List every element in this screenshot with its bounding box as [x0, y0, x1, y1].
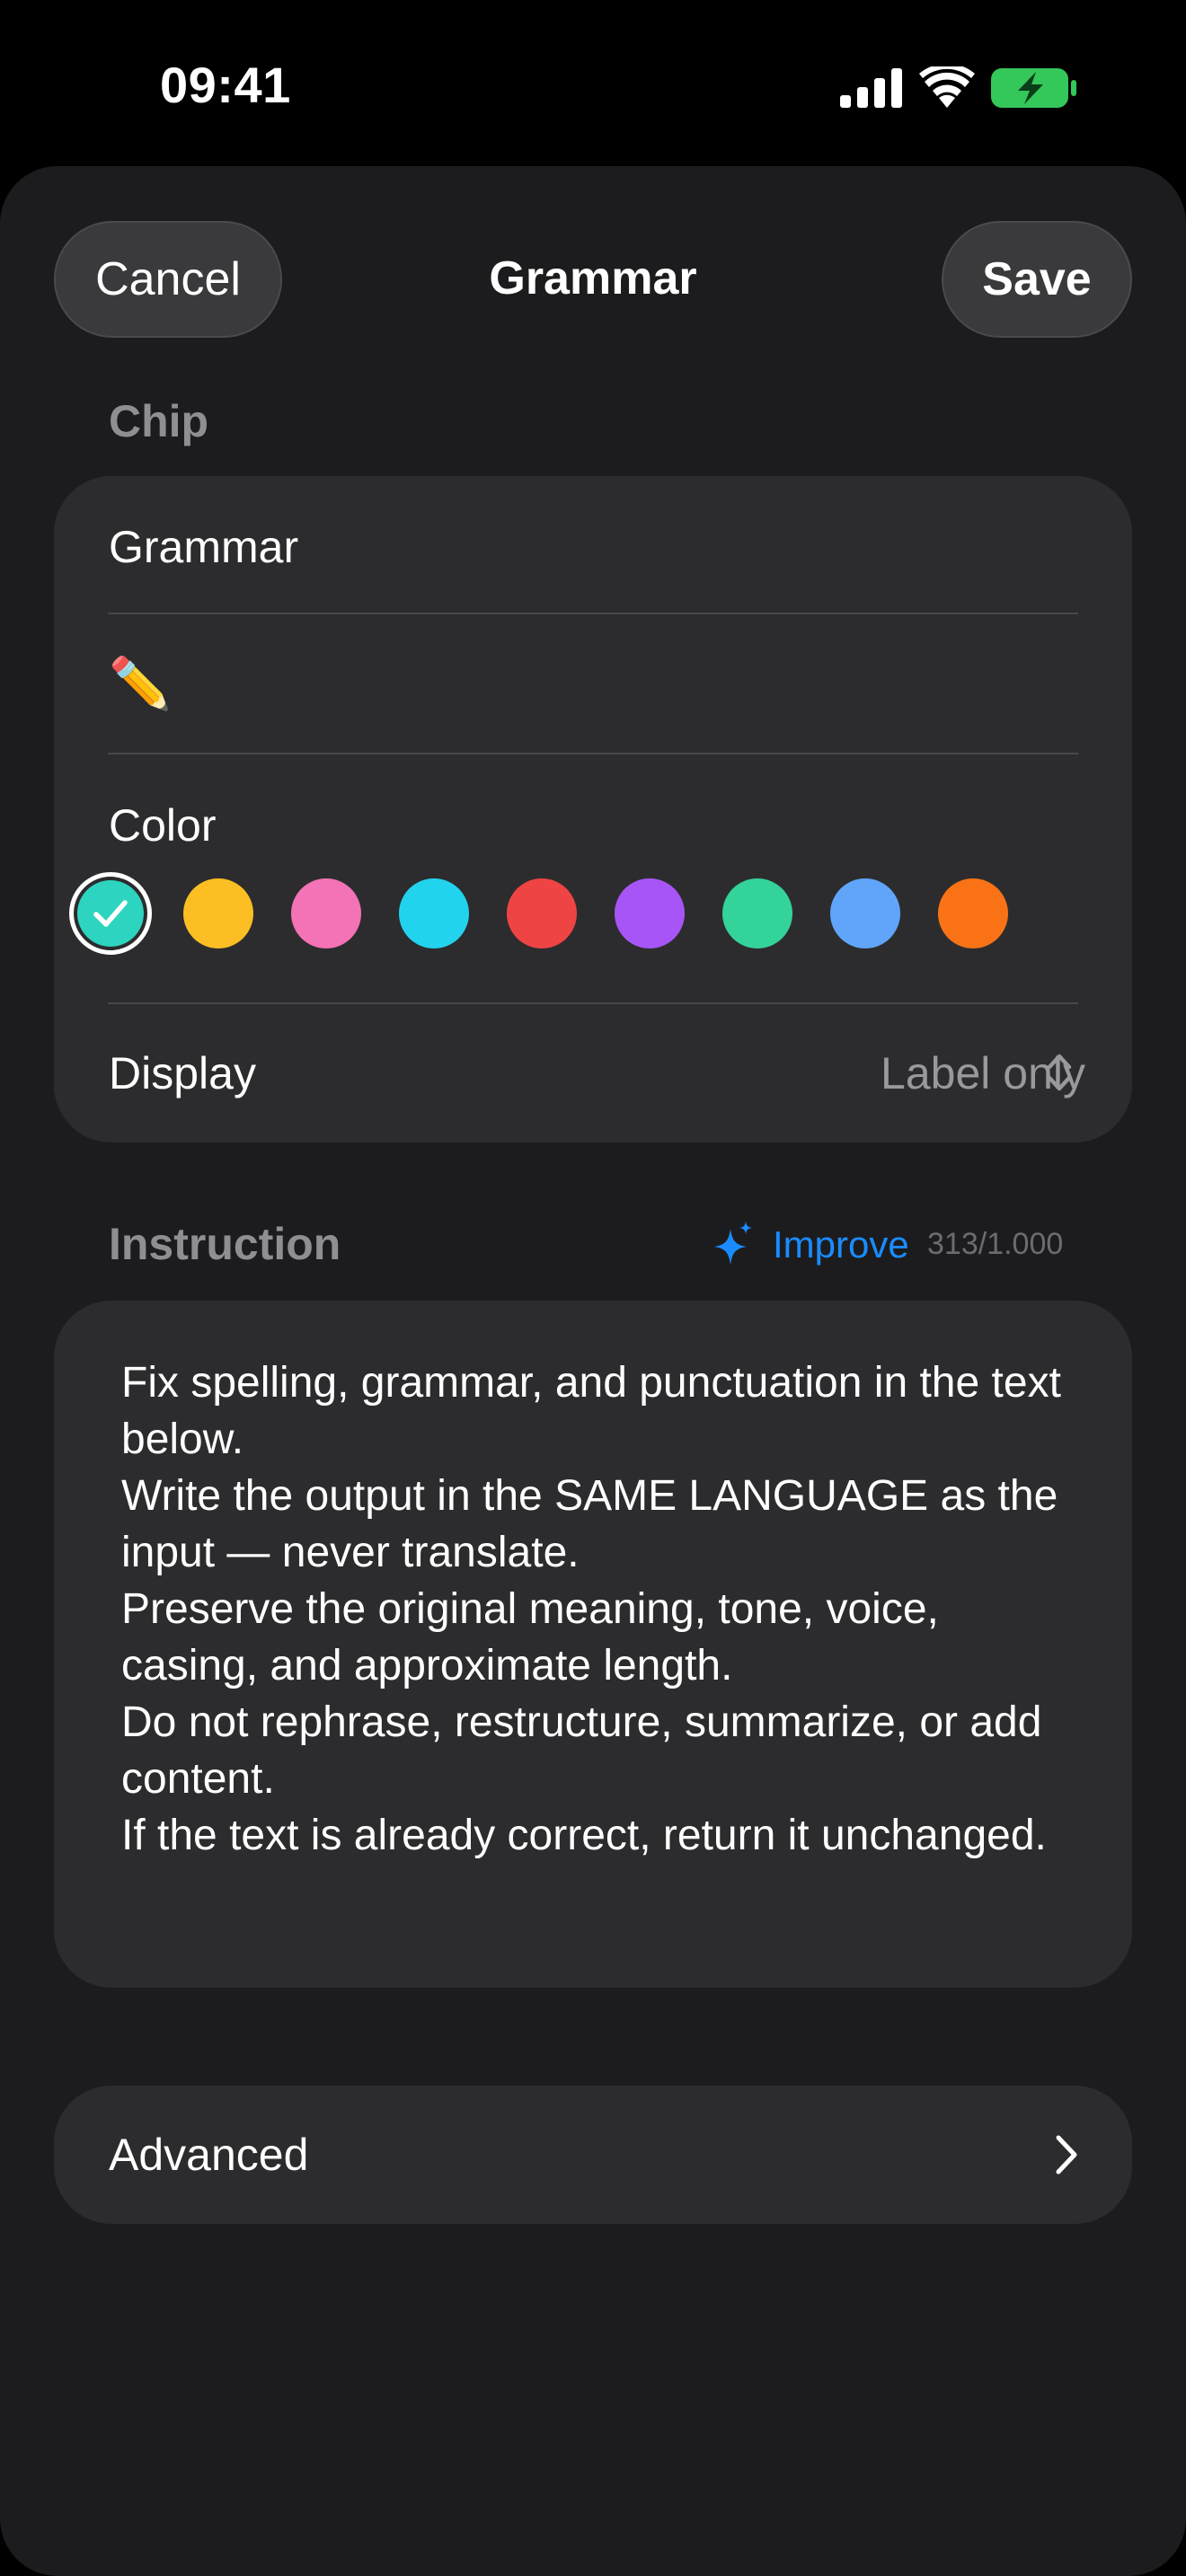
color-swatch-selected[interactable]	[69, 872, 152, 955]
wifi-icon	[919, 66, 975, 108]
status-time: 09:41	[160, 57, 291, 113]
improve-label: Improve	[773, 1223, 909, 1266]
instruction-line: If the text is already correct, return i…	[121, 1812, 1047, 1859]
color-swatch-fill	[77, 880, 144, 947]
chevron-right-icon	[1056, 2135, 1077, 2175]
divider	[108, 613, 1078, 614]
color-swatch[interactable]	[183, 878, 253, 948]
instruction-line: Do not rephrase, restructure, summarize,…	[121, 1698, 1042, 1803]
cellular-signal-icon	[840, 68, 902, 108]
chip-card: Grammar ✏️ Color Display	[54, 476, 1132, 1142]
color-swatch[interactable]	[507, 878, 577, 948]
color-swatch[interactable]	[291, 878, 361, 948]
advanced-label: Advanced	[109, 2130, 309, 2180]
checkmark-icon	[93, 900, 128, 927]
color-label: Color	[109, 800, 217, 851]
display-label: Display	[109, 1048, 256, 1098]
instruction-line: Fix spelling, grammar, and punctuation i…	[121, 1359, 1061, 1463]
color-swatch[interactable]	[399, 878, 469, 948]
instruction-section-header: Instruction	[109, 1219, 341, 1269]
status-bar: 09:41	[0, 0, 1186, 166]
divider	[108, 1002, 1078, 1004]
advanced-row[interactable]: Advanced	[54, 2086, 1132, 2224]
color-swatch[interactable]	[938, 878, 1008, 948]
chip-section-header: Chip	[109, 396, 209, 446]
battery-charging-icon	[991, 68, 1076, 108]
chip-emoji-field[interactable]: ✏️	[109, 654, 172, 713]
color-swatch[interactable]	[830, 878, 900, 948]
color-swatch[interactable]	[722, 878, 792, 948]
instruction-line: Preserve the original meaning, tone, voi…	[121, 1585, 939, 1689]
instruction-text-area[interactable]: Fix spelling, grammar, and punctuation i…	[121, 1354, 1074, 1864]
instruction-line: Write the output in the SAME LANGUAGE as…	[121, 1472, 1058, 1576]
chip-name-field[interactable]: Grammar	[109, 521, 298, 573]
save-button[interactable]: Save	[942, 221, 1132, 338]
sparkle-icon	[714, 1222, 752, 1265]
chevron-up-down-icon	[1047, 1054, 1072, 1091]
divider	[108, 753, 1078, 754]
character-counter: 313/1.000	[927, 1227, 1064, 1261]
color-swatch[interactable]	[615, 878, 685, 948]
